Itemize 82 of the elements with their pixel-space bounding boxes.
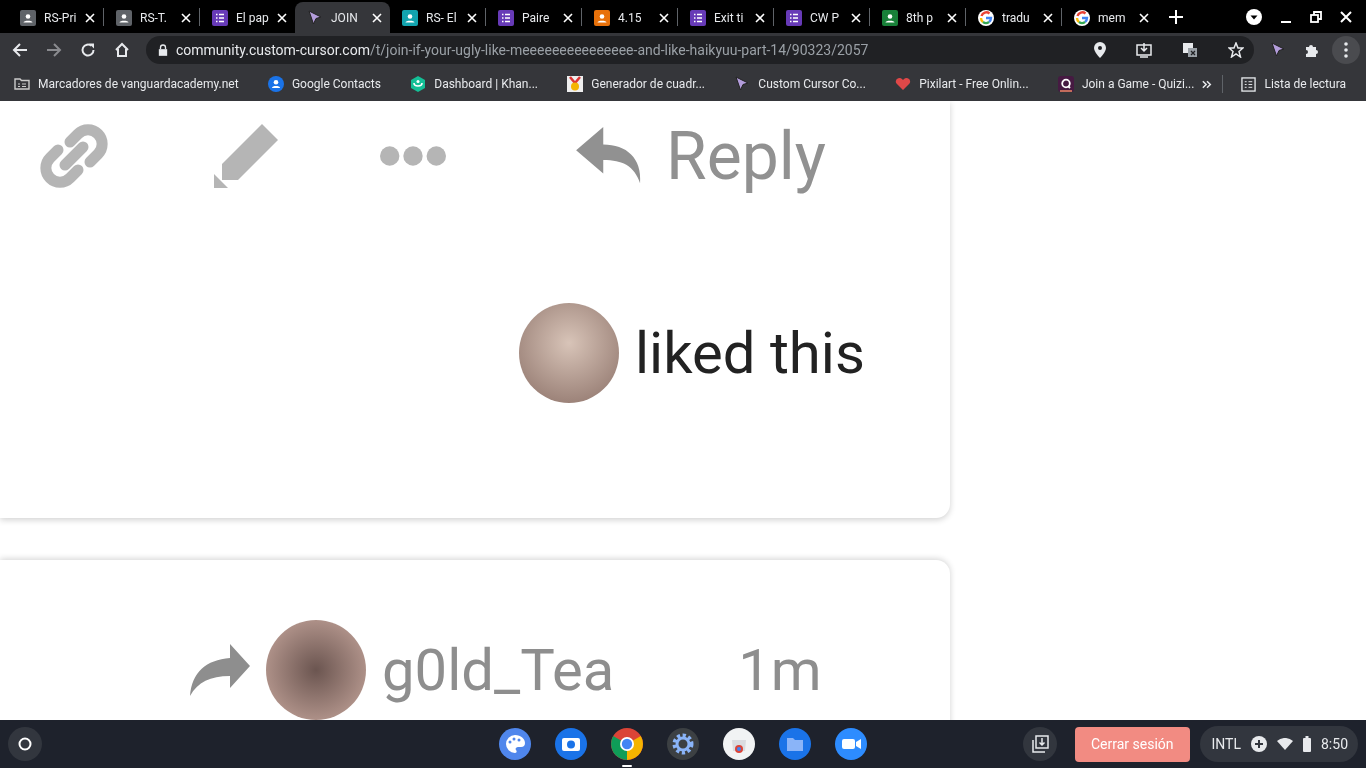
plus-circle-icon [1251, 736, 1267, 752]
cursor-icon [734, 76, 751, 92]
close-icon[interactable] [947, 12, 957, 23]
close-icon[interactable] [277, 12, 287, 23]
reading-list-button[interactable]: Lista de lectura [1233, 70, 1354, 98]
address-bar[interactable]: community.custom-cursor.com/t/join-if-your-ugly-like-meeeeeeeeeeeeeee-and-like-haikyuu-part-14/90323/2057 [146, 36, 1254, 64]
holding-space-button[interactable] [1022, 727, 1057, 761]
browser-tab[interactable]: CW P [774, 2, 869, 33]
close-icon[interactable] [372, 12, 382, 23]
translate-icon[interactable] [1182, 42, 1198, 58]
download-icon [1030, 735, 1049, 753]
launcher-button[interactable] [8, 727, 42, 761]
close-icon[interactable] [85, 12, 95, 23]
leaf-icon [410, 76, 427, 92]
home-icon[interactable] [114, 42, 130, 58]
circle-icon [18, 737, 32, 751]
close-icon[interactable] [1340, 10, 1352, 23]
browser-tab[interactable]: tradu [966, 2, 1061, 33]
location-icon[interactable] [1094, 42, 1106, 58]
folder-icon [14, 76, 30, 92]
close-icon[interactable] [1139, 12, 1149, 23]
browser-tab[interactable]: El pap [200, 2, 295, 33]
close-icon[interactable] [467, 12, 477, 23]
back-icon[interactable] [12, 42, 28, 58]
forward-icon[interactable] [46, 42, 62, 58]
person-icon [267, 76, 284, 92]
medal-icon [567, 76, 584, 92]
liked-text: liked this [635, 319, 865, 387]
clock-text: 8:50 [1321, 736, 1348, 752]
browser-tab[interactable]: mem [1062, 2, 1157, 33]
bookmark-link[interactable]: Join a Game - Quizi... [1049, 70, 1203, 98]
star-icon[interactable] [1228, 42, 1244, 58]
tab-search-icon[interactable] [1246, 8, 1262, 25]
battery-icon [1303, 736, 1311, 752]
ring-logo-icon [1074, 9, 1090, 26]
reload-icon[interactable] [80, 42, 96, 58]
camera-icon[interactable] [555, 728, 587, 760]
input-method-text: INTL [1211, 736, 1241, 752]
puzzle-icon[interactable] [1304, 42, 1320, 58]
close-icon[interactable] [1043, 12, 1053, 23]
lock-icon [158, 44, 168, 56]
post-time: 1m [738, 636, 822, 704]
bookmark-link[interactable]: Pixilart - Free Onlin... [887, 70, 1037, 98]
bookmark-link[interactable]: Google Contacts [259, 70, 389, 98]
install-icon[interactable] [1136, 42, 1152, 58]
close-icon[interactable] [563, 12, 573, 23]
list-icon [1241, 76, 1257, 92]
more-icon [1344, 42, 1348, 58]
wifi-icon [1277, 738, 1293, 750]
menu-button[interactable] [1332, 36, 1360, 64]
quiz-icon [1057, 76, 1074, 92]
cursor-icon [1270, 42, 1286, 58]
browser-tab[interactable]: JOIN [295, 2, 390, 33]
chevrons-icon[interactable] [1202, 79, 1213, 89]
ring-logo-icon [978, 9, 994, 26]
bookmark-link[interactable]: Custom Cursor Co... [726, 70, 874, 98]
video-camera-icon[interactable] [835, 728, 867, 760]
bookmark-link[interactable]: Dashboard | Khan... [402, 70, 546, 98]
browser-tab[interactable]: RS-Pri [8, 2, 103, 33]
new-tab-icon[interactable] [1169, 9, 1183, 24]
close-icon[interactable] [851, 12, 861, 23]
browser-tab[interactable]: Exit ti [678, 2, 773, 33]
bookmark-link[interactable]: Marcadores de vanguardacademy.net [14, 70, 247, 98]
browser-tab[interactable]: 8th p [870, 2, 965, 33]
browser-icon[interactable] [611, 728, 643, 760]
close-icon[interactable] [659, 12, 669, 23]
settings-icon[interactable] [667, 728, 699, 760]
bookmark-link[interactable]: Generador de cuadr... [559, 70, 713, 98]
palette-icon[interactable] [499, 728, 531, 760]
browser-tab[interactable]: Paire [486, 2, 581, 33]
browser-tab[interactable]: 4.15 [582, 2, 677, 33]
browser-tab[interactable]: RS- El [390, 2, 485, 33]
heart-icon [895, 76, 912, 92]
shopping-bag-icon[interactable] [723, 728, 755, 760]
share-arrow-icon [190, 644, 250, 696]
status-area[interactable]: INTL 8:50 [1199, 726, 1358, 762]
url-text: community.custom-cursor.com/t/join-if-your-ugly-like-meeeeeeeeeeeeeee-and-like-haikyuu-part-14/90323/2057 [176, 42, 870, 58]
close-icon[interactable] [755, 12, 765, 23]
close-icon[interactable] [181, 12, 191, 23]
browser-tab[interactable]: RS-T. [104, 2, 199, 33]
restore-icon[interactable] [1310, 10, 1322, 23]
folder-icon[interactable] [779, 728, 811, 760]
